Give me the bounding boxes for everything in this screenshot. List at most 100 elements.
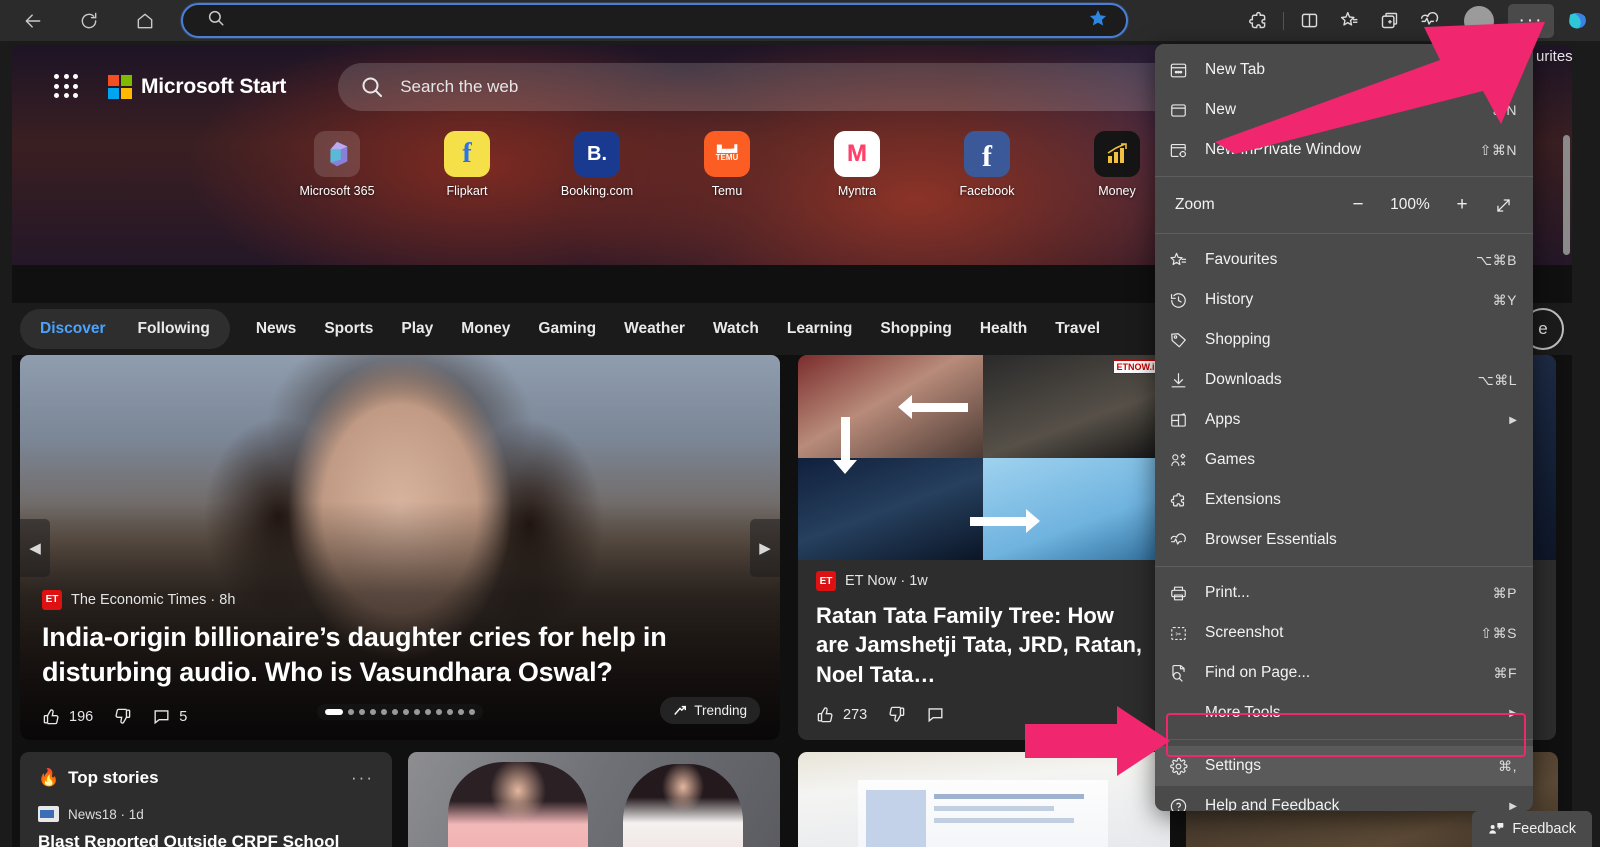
quicklink-flipkart[interactable]: f Flipkart [428,131,506,198]
reload-icon [81,12,97,28]
dislike-button[interactable] [887,705,906,724]
extensions-icon[interactable] [1239,5,1277,37]
mid-image-quadrant [983,458,1168,560]
new-tab-icon [1169,61,1199,80]
tab-money[interactable]: Money [447,312,524,346]
comment-icon [154,710,169,725]
diagram-arrow [841,417,850,463]
menu-item-print[interactable]: Print... ⌘P [1155,573,1533,613]
menu-item-help-and-feedback[interactable]: Help and Feedback ▶ [1155,786,1533,811]
thumbs-up-icon [817,707,833,723]
menu-item-history[interactable]: History ⌘Y [1155,280,1533,320]
mid-article-card[interactable]: ETNOW.in ET ET Now · 1w Ratan Tata Famil… [798,355,1168,740]
menu-item-browser-essentials[interactable]: Browser Essentials [1155,520,1533,560]
menu-item-settings[interactable]: Settings ⌘, [1155,746,1533,786]
hero-article-card[interactable]: ◀ ▶ ET The Economic Times · 8h India-ori… [20,355,780,740]
avatar [1464,5,1494,36]
fashion-article-card[interactable] [408,752,780,847]
address-bar[interactable] [181,3,1128,38]
msn-search-input[interactable]: Search the web [338,63,1199,111]
page-scrollbar[interactable] [1563,135,1570,255]
favourites-icon[interactable] [1330,5,1368,37]
quicklink-myntra[interactable]: M Myntra [818,131,896,198]
carousel-prev-button[interactable]: ◀ [20,518,50,577]
zoom-out-button[interactable]: − [1341,190,1375,220]
menu-item-label: Favourites [1205,251,1278,268]
tab-travel[interactable]: Travel [1041,312,1114,346]
top-stories-source: News18 · 1d [68,806,144,822]
address-bar-container[interactable] [181,3,1128,38]
document-article-card[interactable] [798,752,1170,847]
tab-shopping[interactable]: Shopping [866,312,965,346]
top-stories-more-button[interactable]: ··· [351,768,374,788]
back-button[interactable] [13,4,53,38]
menu-item-apps[interactable]: Apps ▶ [1155,400,1533,440]
carousel-next-button[interactable]: ▶ [750,518,780,577]
menu-item-downloads[interactable]: Downloads ⌥⌘L [1155,360,1533,400]
settings-and-more-button[interactable]: ··· [1508,3,1554,38]
tab-learning[interactable]: Learning [773,312,866,346]
facebook-icon: f [964,131,1010,177]
top-stories-card[interactable]: 🔥 Top stories ··· News18 · 1d Blast Repo… [20,752,392,847]
menu-item-new-inprivate-window[interactable]: New InPrivate Window ⇧⌘N [1155,130,1533,170]
feedback-button[interactable]: Feedback [1472,811,1592,847]
browser-essentials-icon[interactable] [1410,5,1448,37]
menu-item-label: Games [1205,451,1255,468]
favourite-star-icon[interactable] [1088,8,1108,33]
profile-avatar[interactable] [1460,5,1498,37]
quicklink-temu[interactable]: █▄▄▟ TEMU Temu [688,131,766,198]
model-figure [448,762,588,847]
menu-item-shortcut: ⌘T [1493,61,1517,78]
mid-card-body: ET ET Now · 1w Ratan Tata Family Tree: H… [816,571,1152,724]
tab-weather[interactable]: Weather [610,312,699,346]
zoom-in-button[interactable]: + [1445,190,1479,220]
comment-button[interactable]: 5 [152,707,187,726]
comment-button[interactable] [926,705,945,724]
app-launcher-icon[interactable] [54,74,80,100]
menu-item-new-tab[interactable]: New Tab ⌘T [1155,50,1533,90]
money-icon [1094,131,1140,177]
menu-item-games[interactable]: Games [1155,440,1533,480]
home-button[interactable] [125,4,165,38]
menu-item-label: History [1205,291,1254,308]
menu-item-label: Print... [1205,584,1250,601]
menu-item-shopping[interactable]: Shopping [1155,320,1533,360]
menu-item-favourites[interactable]: Favourites ⌥⌘B [1155,240,1533,280]
menu-item-find-on-page[interactable]: Find on Page... ⌘F [1155,653,1533,693]
menu-item-screenshot[interactable]: ✂ Screenshot ⇧⌘S [1155,613,1533,653]
hero-headline[interactable]: India-origin billionaire’s daughter crie… [42,620,758,691]
dislike-button[interactable] [113,707,132,726]
menu-item-new-window[interactable]: New ⌘N [1155,90,1533,130]
quicklink-facebook[interactable]: f Facebook [948,131,1026,198]
top-stories-headline[interactable]: Blast Reported Outside CRPF School [38,831,374,847]
like-button[interactable]: 273 [816,705,867,724]
tab-news[interactable]: News [242,312,311,346]
quicklink-money[interactable]: Money [1078,131,1156,198]
quicklink-microsoft-365[interactable]: Microsoft 365 [298,131,376,198]
print-icon [1169,584,1199,603]
tab-sports[interactable]: Sports [310,312,387,346]
like-button[interactable]: 196 [42,707,93,726]
carousel-dots[interactable] [317,704,483,720]
model-figure [623,764,743,847]
tab-play[interactable]: Play [387,312,447,346]
fullscreen-button[interactable] [1483,190,1523,220]
copilot-icon[interactable] [1560,4,1594,38]
tab-health[interactable]: Health [966,312,1041,346]
tab-discover[interactable]: Discover [26,312,119,346]
menu-item-more-tools[interactable]: More Tools ▶ [1155,693,1533,733]
tab-gaming[interactable]: Gaming [524,312,610,346]
diagram-arrow [906,403,968,412]
quicklink-label: Flipkart [446,184,488,198]
mid-headline[interactable]: Ratan Tata Family Tree: How are Jamshetj… [816,601,1152,689]
menu-item-extensions[interactable]: Extensions [1155,480,1533,520]
quicklink-booking[interactable]: B. Booking.com [558,131,636,198]
microsoft-start-logo[interactable]: Microsoft Start [108,75,286,99]
tab-following[interactable]: Following [123,312,223,346]
diagram-arrowhead [833,460,857,474]
menu-item-shortcut: ⌥⌘L [1477,371,1517,388]
reload-button[interactable] [69,4,109,38]
tab-watch[interactable]: Watch [699,312,773,346]
collections-icon[interactable] [1370,5,1408,37]
split-screen-icon[interactable] [1290,5,1328,37]
